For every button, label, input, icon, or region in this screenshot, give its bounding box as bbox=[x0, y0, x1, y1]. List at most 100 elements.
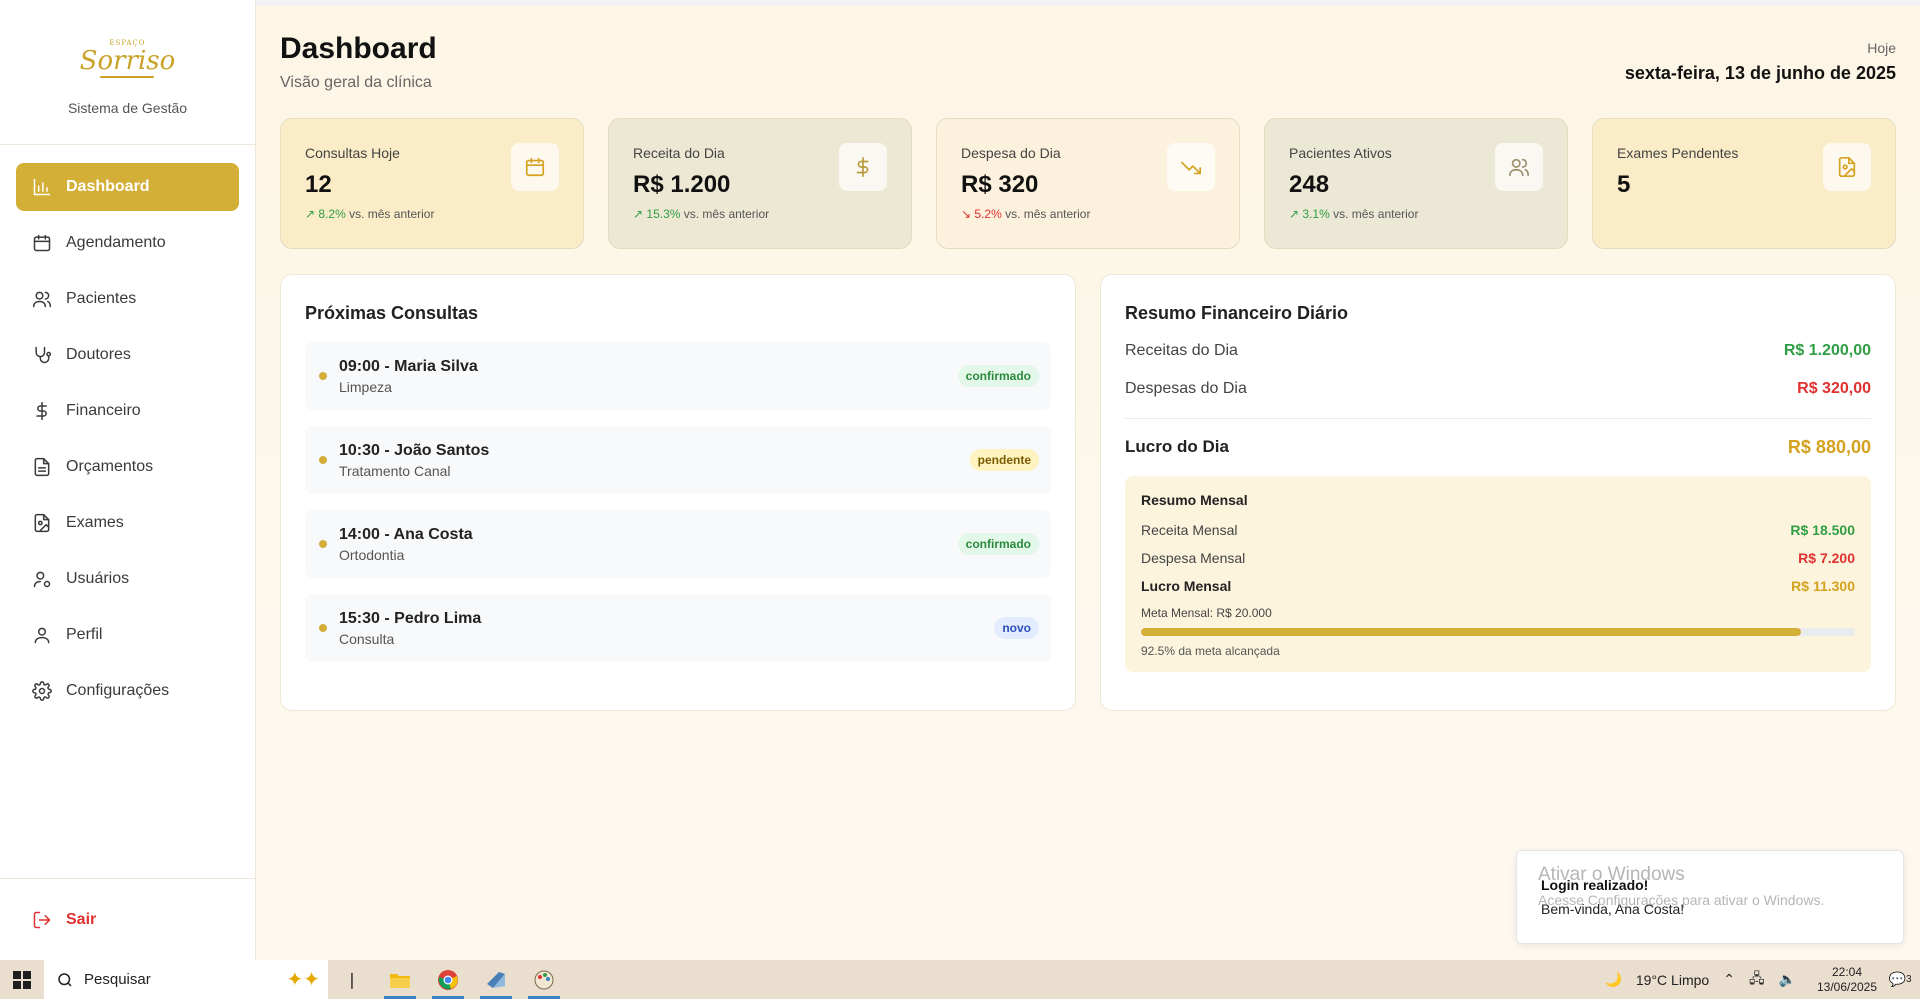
sidebar-item-doutores[interactable]: Doutores bbox=[16, 331, 239, 379]
appointment-sub: Consulta bbox=[339, 630, 395, 647]
clock-time: 22:04 bbox=[1831, 964, 1863, 979]
sidebar-item-configuracoes[interactable]: Configurações bbox=[16, 667, 239, 715]
sidebar-item-orcamentos[interactable]: Orçamentos bbox=[16, 443, 239, 491]
appointment-item[interactable]: 09:00 - Maria Silva Limpeza confirmado bbox=[305, 342, 1051, 410]
users-icon bbox=[32, 291, 52, 308]
monthly-summary: Resumo Mensal Receita Mensal R$ 18.500 D… bbox=[1125, 476, 1871, 672]
appointment-text: 09:00 - Maria Silva Limpeza bbox=[339, 358, 478, 395]
appointment-main: 09:00 - Maria Silva bbox=[339, 357, 478, 375]
sidebar-item-dashboard[interactable]: Dashboard bbox=[16, 163, 239, 211]
income-value: R$ 1.200,00 bbox=[1783, 342, 1871, 359]
paint-app[interactable] bbox=[520, 960, 568, 999]
status-dot bbox=[319, 456, 327, 464]
stat-trend-value: ↗ 3.1% bbox=[1289, 207, 1330, 221]
weather-text[interactable]: 19°C Limpo bbox=[1636, 972, 1709, 988]
stethoscope-icon bbox=[35, 346, 52, 364]
sidebar-item-usuarios[interactable]: Usuários bbox=[16, 555, 239, 603]
appointment-sub: Ortodontia bbox=[339, 546, 405, 563]
appointment-item[interactable]: 10:30 - João Santos Tratamento Canal pen… bbox=[305, 426, 1051, 494]
stat-icon-box bbox=[511, 143, 559, 191]
stats-row: Consultas Hoje 12 ↗ 8.2% vs. mês anterio… bbox=[280, 118, 1896, 249]
status-dot bbox=[319, 540, 327, 548]
vscode-app[interactable] bbox=[472, 960, 520, 999]
stat-trend: ↗ 3.1% vs. mês anterior bbox=[1289, 207, 1543, 221]
stat-icon-box bbox=[1823, 143, 1871, 191]
sidebar-item-exames[interactable]: Exames bbox=[16, 499, 239, 547]
monthly-income-row: Receita Mensal R$ 18.500 bbox=[1141, 522, 1855, 538]
task-view-button[interactable]: ❘ bbox=[328, 960, 376, 999]
logo: ESPAÇO Sorriso bbox=[79, 40, 176, 78]
stat-card-consultas: Consultas Hoje 12 ↗ 8.2% vs. mês anterio… bbox=[280, 118, 584, 249]
start-button[interactable] bbox=[0, 960, 44, 999]
sidebar-item-pacientes[interactable]: Pacientes bbox=[16, 275, 239, 323]
editor-icon bbox=[487, 971, 505, 988]
user-cog-icon bbox=[33, 571, 51, 588]
finance-title: Resumo Financeiro Diário bbox=[1125, 303, 1349, 323]
login-toast[interactable]: Login realizado! Bem-vinda, Ana Costa! bbox=[1516, 850, 1904, 944]
status-badge: novo bbox=[994, 617, 1039, 639]
appointment-main: 15:30 - Pedro Lima bbox=[339, 609, 482, 627]
network-icon[interactable]: 🖧 bbox=[1749, 968, 1765, 992]
stat-trend-value: ↘ 5.2% bbox=[961, 207, 1002, 221]
trending-down-icon bbox=[1181, 161, 1201, 175]
volume-icon[interactable]: 🔈 bbox=[1779, 971, 1796, 988]
status-badge: confirmado bbox=[957, 533, 1039, 555]
search-placeholder: Pesquisar bbox=[84, 971, 151, 988]
today-label: Hoje bbox=[1867, 40, 1896, 56]
monthly-profit-label: Lucro Mensal bbox=[1141, 578, 1232, 594]
sidebar-item-perfil[interactable]: Perfil bbox=[16, 611, 239, 659]
gear-icon bbox=[32, 681, 52, 701]
sidebar-item-label: Exames bbox=[66, 514, 124, 531]
appointment-main: 14:00 - Ana Costa bbox=[339, 525, 473, 543]
sidebar-item-label: Usuários bbox=[66, 570, 130, 587]
file-image-icon bbox=[1838, 157, 1856, 177]
brand-subtitle: Sistema de Gestão bbox=[67, 100, 188, 116]
stat-trend-value: ↗ 8.2% bbox=[305, 207, 346, 221]
chevron-up-icon[interactable]: ⌃ bbox=[1723, 971, 1735, 988]
toast-title: Login realizado! bbox=[1541, 877, 1649, 893]
stat-card-pacientes: Pacientes Ativos 248 ↗ 3.1% vs. mês ante… bbox=[1264, 118, 1568, 249]
monthly-income-label: Receita Mensal bbox=[1141, 522, 1238, 538]
folder-icon bbox=[390, 973, 410, 988]
notification-icon: 💬 bbox=[1888, 971, 1906, 987]
page-header: Dashboard Visão geral da clínica Hoje se… bbox=[280, 6, 1896, 118]
expense-value: R$ 320,00 bbox=[1797, 380, 1871, 397]
today-date: sexta-feira, 13 de junho de 2025 bbox=[1624, 63, 1896, 83]
dollar-icon bbox=[36, 401, 47, 421]
income-label: Receitas do Dia bbox=[1125, 342, 1238, 359]
stat-trend: ↗ 8.2% vs. mês anterior bbox=[305, 207, 559, 221]
stat-trend-suffix: vs. mês anterior bbox=[683, 207, 770, 221]
weather-icon[interactable]: 🌙 bbox=[1604, 971, 1621, 988]
taskbar-search[interactable]: Pesquisar ✦✦ bbox=[44, 960, 328, 999]
monthly-expense-row: Despesa Mensal R$ 7.200 bbox=[1141, 550, 1855, 566]
monthly-profit-value: R$ 11.300 bbox=[1791, 578, 1855, 594]
expense-label: Despesas do Dia bbox=[1125, 380, 1247, 397]
sidebar-item-agendamento[interactable]: Agendamento bbox=[16, 219, 239, 267]
status-dot bbox=[319, 624, 327, 632]
appointment-text: 14:00 - Ana Costa Ortodontia bbox=[339, 526, 473, 563]
stat-trend-suffix: vs. mês anterior bbox=[349, 207, 435, 221]
logo-main-text: Sorriso bbox=[79, 46, 176, 76]
stat-trend-suffix: vs. mês anterior bbox=[1005, 207, 1091, 221]
taskbar-clock[interactable]: 22:04 13/06/2025 bbox=[1814, 965, 1880, 995]
sidebar-item-label: Financeiro bbox=[66, 402, 141, 419]
appointment-item[interactable]: 14:00 - Ana Costa Ortodontia confirmado bbox=[305, 510, 1051, 578]
taskbar: Pesquisar ✦✦ ❘ 🌙 19°C Limpo ⌃ 🖧 🔈 22:04 … bbox=[0, 960, 1920, 999]
notification-center-button[interactable]: 💬 3 bbox=[1880, 971, 1920, 988]
main-content: Dashboard Visão geral da clínica Hoje se… bbox=[256, 0, 1920, 960]
appointment-item[interactable]: 15:30 - Pedro Lima Consulta novo bbox=[305, 594, 1051, 662]
monthly-title: Resumo Mensal bbox=[1141, 492, 1248, 508]
file-explorer-app[interactable] bbox=[376, 960, 424, 999]
sidebar-item-financeiro[interactable]: Financeiro bbox=[16, 387, 239, 435]
sidebar-item-label: Agendamento bbox=[66, 234, 166, 251]
task-view-icon: ❘ bbox=[345, 971, 359, 989]
stat-icon-box bbox=[1495, 143, 1543, 191]
users-icon bbox=[1509, 158, 1529, 177]
goal-progress-fill bbox=[1141, 628, 1802, 636]
sparkle-icon: ✦✦ bbox=[286, 969, 320, 991]
user-icon bbox=[34, 627, 50, 644]
sidebar-item-label: Orçamentos bbox=[66, 458, 154, 475]
stat-card-despesa: Despesa do Dia R$ 320 ↘ 5.2% vs. mês ant… bbox=[936, 118, 1240, 249]
logout-button[interactable]: Sair bbox=[0, 878, 255, 960]
chrome-app[interactable] bbox=[424, 960, 472, 999]
